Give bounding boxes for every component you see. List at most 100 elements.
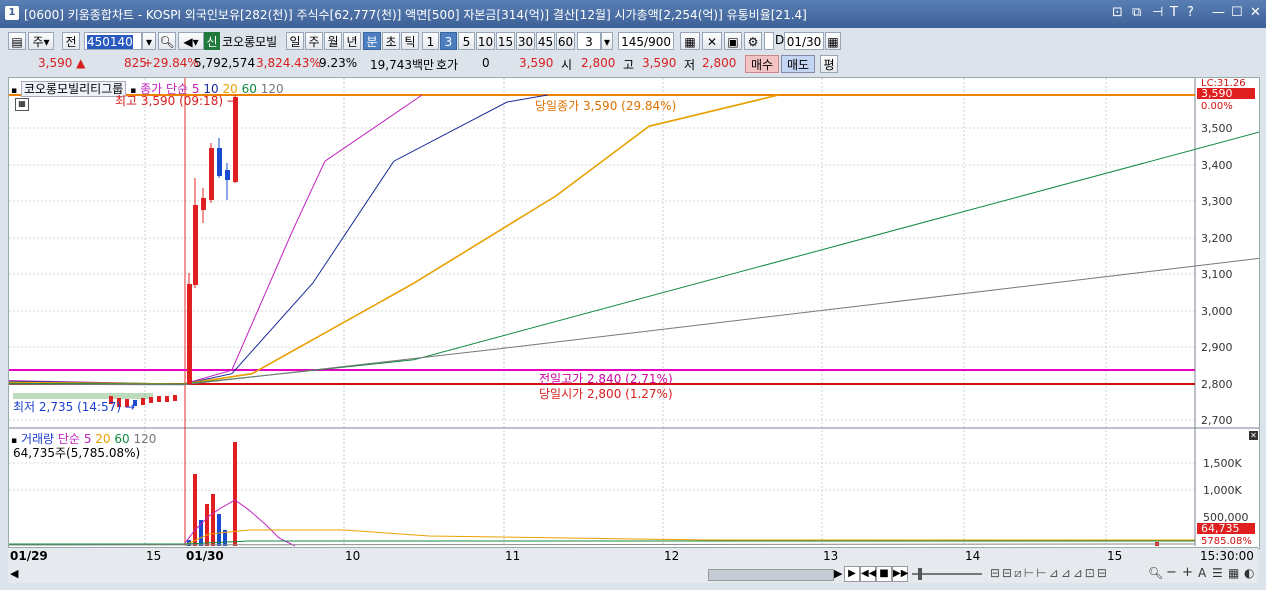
volume-axis: 1,500K 1,000K 500,000 [1203,457,1249,524]
price-tick: 2,800 [1201,378,1233,391]
prev-button[interactable]: 전 [62,32,80,50]
play-icon[interactable]: ▶ [844,566,860,582]
price-tick: 2,900 [1201,341,1233,354]
volume-tick: 1,500K [1203,457,1242,470]
interval-10[interactable]: 10 [476,32,495,50]
close-icon[interactable]: ✕ [1250,5,1261,20]
sound-icon[interactable]: ◀▾ [178,32,204,50]
tab-month[interactable]: 월 [324,32,342,50]
zoom-in-icon[interactable]: + [1182,565,1193,580]
open-label: 시 [561,58,573,72]
hoga-value: 0 [482,56,490,70]
volume-value: 64,735주(5,785.08%) [13,446,141,460]
market-select[interactable]: 주▾ [28,32,54,50]
grid-table-icon[interactable]: ▦ [15,98,29,111]
low-price: 2,800 [702,56,737,70]
candle-bar [193,205,198,285]
amount: 19,743백만 [370,58,435,72]
candle-bar [217,148,222,176]
indicator-icon[interactable]: ▦ [680,32,700,50]
low-marker: 최저 2,735 (14:57) → [13,400,135,414]
gear-icon[interactable]: ⚙ [744,32,762,50]
buy-button[interactable]: 매수 [745,55,779,73]
legend-stock-name[interactable]: 코오롱모빌리티그룹 [20,81,127,97]
date-label: 15 [146,549,162,563]
price-tick: 3,100 [1201,268,1233,281]
scroll-thumb[interactable] [708,569,834,581]
tab-tick[interactable]: 틱 [401,32,419,50]
link-icon[interactable]: ⊡ [1112,5,1123,20]
stock-code-input[interactable]: 450140 [84,32,142,50]
tab-year[interactable]: 년 [343,32,361,50]
tab-second[interactable]: 초 [382,32,400,50]
fast-forward-icon[interactable]: ▶▶ [892,566,908,582]
zoom-slider[interactable] [912,573,982,575]
candle-bar [225,170,230,180]
interval-5[interactable]: 5 [458,32,475,50]
current-price: 3,590 ▲ [38,56,86,70]
interval-45[interactable]: 45 [536,32,555,50]
search-icon[interactable]: 🔍︎ [158,32,176,50]
volume: 5,792,574 [194,56,256,70]
settings-icon[interactable]: ◐ [1244,566,1254,580]
d-checkbox-label: D [775,33,785,47]
tab-day[interactable]: 일 [286,32,304,50]
high-marker: 최고 3,590 (09:18) → [115,94,237,108]
volume-tick: 1,000K [1203,484,1242,497]
draw-tool-icon[interactable]: ✕ [702,32,722,50]
maximize-icon[interactable]: ☐ [1231,5,1243,20]
drawing-tools-icon[interactable]: ⊟⊟⧄⊢⊢⊿⊿⊿⊡⊟ [990,566,1109,581]
interval-dropdown-icon[interactable]: ▾ [601,32,613,50]
title-bar: 1 [0600] 키움종합차트 - KOSPI 외국인보유[282(천)] 주식… [0,0,1266,28]
font-size-icon[interactable]: A [1198,566,1206,580]
rewind-icon[interactable]: ◀◀ [860,566,876,582]
d-checkbox[interactable] [764,32,774,50]
zoom-search-icon[interactable]: 🔍︎ [1148,566,1163,580]
scroll-left-icon[interactable]: ◀ [10,567,18,580]
low-label: 저 [684,58,696,72]
quote-bar: 3,590 ▲ 825 +29.84% 5,792,574 3,824.43% … [8,53,1258,75]
price-change-pct: +29.84% [143,56,199,70]
save-icon[interactable]: ▣ [724,32,742,50]
table-icon[interactable]: ▦ [1228,566,1239,580]
font-icon[interactable]: T [1170,5,1178,20]
chart-window: 1 [0600] 키움종합차트 - KOSPI 외국인보유[282(천)] 주식… [0,0,1266,590]
interval-15[interactable]: 15 [496,32,515,50]
price-chart[interactable]: 3,500 3,400 3,300 3,200 3,100 3,000 2,90… [9,78,1259,548]
count-input[interactable]: 145/900 [618,32,674,50]
volume-ratio: 3,824.43% [256,56,321,70]
chart-area[interactable]: 3,500 3,400 3,300 3,200 3,100 3,000 2,90… [8,77,1260,549]
scroll-right-icon[interactable]: ▶ [834,567,842,580]
layout-icon[interactable]: ▤ [8,32,26,50]
pin-icon[interactable]: ⊣ [1152,5,1163,20]
minimize-icon[interactable]: — [1212,5,1225,20]
calendar-icon[interactable]: ▦ [825,32,841,50]
tab-week[interactable]: 주 [305,32,323,50]
sell-button[interactable]: 매도 [781,55,815,73]
code-dropdown-icon[interactable]: ▾ [142,32,156,50]
interval-input[interactable]: 3 [577,32,601,50]
date-label: 11 [505,549,521,563]
ma-line-5 [9,94,423,385]
interval-60[interactable]: 60 [556,32,575,50]
candle-bar [187,284,192,384]
date-label: 10 [345,549,361,563]
list-icon[interactable]: ☰ [1212,566,1223,580]
interval-3[interactable]: 3 [440,32,457,50]
pct-badge: 0.00% [1201,101,1233,112]
volume-ma-lines [9,499,1196,547]
stop-icon[interactable]: ■ [876,566,892,582]
zoom-slider-thumb[interactable] [918,568,922,580]
zoom-out-icon[interactable]: − [1166,565,1177,580]
high-label: 고 [623,58,635,72]
close-pane-icon[interactable]: ✕ [1249,431,1258,440]
copy-window-icon[interactable]: ⧉ [1132,5,1141,20]
help-icon[interactable]: ? [1187,5,1194,20]
flat-button[interactable]: 평 [820,55,838,73]
date-input[interactable]: 01/30 [784,32,824,50]
interval-1[interactable]: 1 [422,32,439,50]
tab-minute[interactable]: 분 [363,32,381,50]
interval-30[interactable]: 30 [516,32,535,50]
window-title: [0600] 키움종합차트 - KOSPI 외국인보유[282(천)] 주식수[… [24,8,807,22]
chart-scrollbar[interactable]: ◀ ▶ ▶ ◀◀ ■ ▶▶ ⊟⊟⧄⊢⊢⊿⊿⊿⊡⊟ 🔍︎ − + A ☰ ▦ ◐ [8,565,1258,583]
